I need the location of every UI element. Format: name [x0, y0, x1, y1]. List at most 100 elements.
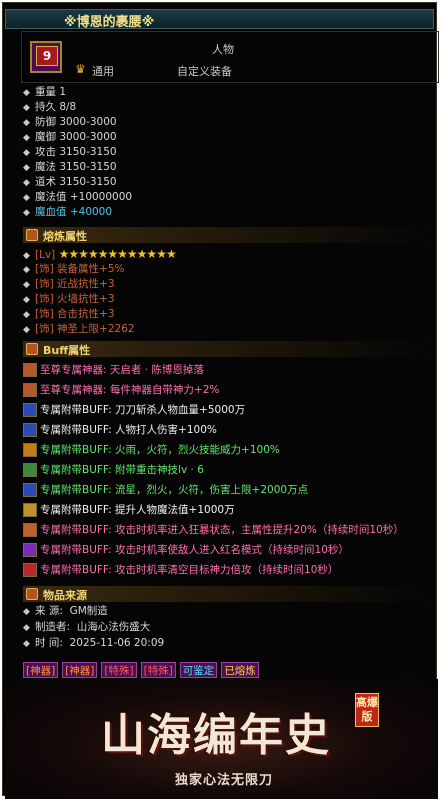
stat-value: 1	[59, 86, 67, 98]
diamond-icon: ◆	[23, 639, 30, 649]
diamond-icon: ◆	[23, 163, 30, 173]
stat-label: 魔法	[35, 161, 56, 173]
buff-text: 人物打人伤害+100%	[115, 424, 217, 436]
buff-row: 至尊专属神器: 每件神器自带神力+2%	[23, 380, 404, 400]
buff-text: 流星，烈火，火符，伤害上限+2000万点	[115, 484, 309, 496]
forge-lv-tag: [Lv]	[35, 249, 56, 261]
buff-skill-icon	[23, 523, 37, 537]
buff-prefix: 专属附带BUFF:	[40, 404, 112, 416]
stat-value: 3150-3150	[59, 161, 117, 173]
item-tag: [特殊]	[140, 662, 176, 678]
banner-title: 山海编年史	[101, 710, 331, 761]
buff-icon	[26, 343, 38, 355]
stat-row: ◆ 魔法 3150-3150	[23, 160, 132, 175]
buff-prefix: 专属附带BUFF:	[40, 464, 112, 476]
buff-prefix: 专属附带BUFF:	[40, 544, 112, 556]
buff-prefix: 至尊专属神器:	[40, 364, 107, 376]
buff-section-header: Buff属性	[23, 341, 431, 357]
diamond-icon: ◆	[23, 133, 30, 143]
item-tag: [神器]	[23, 662, 59, 678]
stat-label: 持久	[35, 101, 56, 113]
item-tag: 可鉴定	[179, 662, 218, 678]
buff-row: 专属附带BUFF: 攻击时机率进入狂暴状态，主属性提升20%（持续时间10秒）	[23, 520, 404, 540]
forge-tag: [饰]	[35, 323, 54, 335]
stat-row: ◆ 持久 8/8	[23, 100, 132, 115]
stat-value: 3150-3150	[59, 176, 117, 188]
source-row: ◆ 制造者: 山海心法伤盛大	[23, 619, 164, 635]
buff-prefix: 专属附带BUFF:	[40, 524, 112, 536]
buff-prefix: 专属附带BUFF:	[40, 484, 112, 496]
forge-text: 近战抗性+3	[57, 278, 115, 290]
stat-label: 魔血值	[35, 206, 67, 218]
item-tag: [特殊]	[101, 662, 137, 678]
title-bar: ※博恩的裹腰※	[5, 9, 434, 30]
buff-row: 专属附带BUFF: 流星，烈火，火符，伤害上限+2000万点	[23, 480, 404, 500]
buff-text: 刀刀斩杀人物血量+5000万	[115, 404, 246, 416]
tag-list: [神器] [神器] [特殊] [特殊] 可鉴定 已熔炼	[23, 659, 263, 678]
diamond-icon: ◆	[23, 607, 30, 617]
item-level-icon: 9	[30, 41, 62, 73]
stat-value: 3150-3150	[59, 146, 117, 158]
diamond-icon: ◆	[23, 103, 30, 113]
banner-badge: 高爆版	[355, 693, 379, 727]
buff-text: 附带重击神技lv · 6	[115, 464, 204, 476]
stat-value: +10000000	[69, 191, 133, 203]
source-section-header: 物品来源	[23, 586, 431, 602]
buff-skill-icon	[23, 423, 37, 437]
source-value: 山海心法伤盛大	[76, 621, 151, 633]
stat-row: ◆ 魔御 3000-3000	[23, 130, 132, 145]
stat-row: ◆ 道术 3150-3150	[23, 175, 132, 190]
stat-label: 攻击	[35, 146, 56, 158]
forge-tag: [饰]	[35, 293, 54, 305]
buff-text: 天启者 · 陈博恩掉落	[109, 364, 204, 376]
stat-value: +40000	[69, 206, 113, 218]
item-level: 9	[36, 46, 58, 66]
buff-row: 专属附带BUFF: 火雨，火符，烈火技能威力+100%	[23, 440, 404, 460]
buff-skill-icon	[23, 383, 37, 397]
buff-list: 至尊专属神器: 天启者 · 陈博恩掉落 至尊专属神器: 每件神器自带神力+2% 专属…	[23, 360, 404, 580]
source-list: ◆ 来 源: GM制造 ◆ 制造者: 山海心法伤盛大 ◆ 时 间: 2025-11-0…	[23, 603, 164, 651]
diamond-icon: ◆	[23, 208, 30, 218]
forge-tag: [饰]	[35, 263, 54, 275]
source-row: ◆ 时 间: 2025-11-06 20:09	[23, 635, 164, 651]
diamond-icon: ◆	[23, 280, 30, 290]
forge-text: 合击抗性+3	[57, 308, 115, 320]
forge-text: 装备属性+5%	[57, 263, 125, 275]
buff-row: 专属附带BUFF: 提升人物魔法值+1000万	[23, 500, 404, 520]
stat-row: ◆ 魔法值 +10000000	[23, 190, 132, 205]
stat-value: 3000-3000	[59, 131, 117, 143]
buff-skill-icon	[23, 443, 37, 457]
diamond-icon: ◆	[23, 148, 30, 158]
buff-text: 每件神器自带神力+2%	[109, 384, 220, 396]
stat-value: 8/8	[59, 101, 77, 113]
stat-row: ◆ 魔血值 +40000	[23, 205, 132, 220]
forge-text: 火墙抗性+3	[57, 293, 115, 305]
source-label: 时 间:	[35, 637, 63, 649]
buff-text: 攻击时机率进入狂暴状态，主属性提升20%（持续时间10秒）	[115, 524, 404, 536]
forge-row: ◆ [饰] 装备属性+5%	[23, 262, 176, 277]
stat-row: ◆ 防御 3000-3000	[23, 115, 132, 130]
star-rating: ★★★★★★★★★★★★	[58, 247, 177, 261]
item-tooltip-panel: ※博恩的裹腰※ 9 人物 ♛ 通用 自定义装备 ◆ 重量 1 ◆ 持久 8/8 ◆ 防…	[2, 2, 439, 799]
forge-row: ◆ [饰] 火墙抗性+3	[23, 292, 176, 307]
buff-row: 至尊专属神器: 天启者 · 陈博恩掉落	[23, 360, 404, 380]
forge-row: ◆ [饰] 神圣上限+2262	[23, 322, 176, 337]
item-tag: [神器]	[62, 662, 98, 678]
item-category: 人物	[212, 43, 234, 56]
stat-label: 魔法值	[35, 191, 67, 203]
source-title: 物品来源	[43, 589, 87, 602]
diamond-icon: ◆	[23, 295, 30, 305]
buff-prefix: 专属附带BUFF:	[40, 564, 112, 576]
buff-row: 专属附带BUFF: 人物打人伤害+100%	[23, 420, 404, 440]
forge-tag: [饰]	[35, 308, 54, 320]
buff-row: 专属附带BUFF: 攻击时机率使敌人进入红名模式（持续时间10秒）	[23, 540, 404, 560]
crown-icon: ♛	[75, 62, 86, 76]
forge-icon	[26, 229, 38, 241]
buff-prefix: 至尊专属神器:	[40, 384, 107, 396]
source-label: 来 源:	[35, 605, 63, 617]
item-type: 通用	[92, 65, 114, 78]
forge-section-header: 熔炼属性	[23, 227, 431, 243]
buff-text: 提升人物魔法值+1000万	[115, 504, 235, 516]
source-value: 2025-11-06 20:09	[69, 637, 165, 649]
buff-skill-icon	[23, 363, 37, 377]
